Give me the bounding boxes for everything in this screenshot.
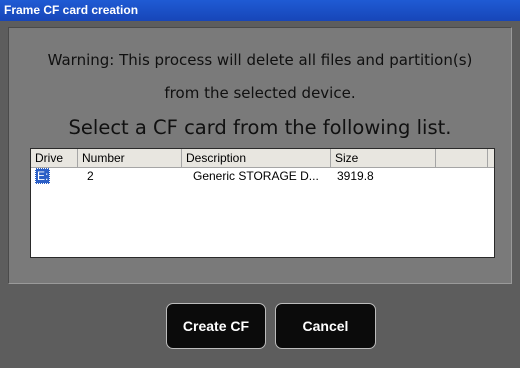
column-header-size[interactable]: Size [331,149,436,167]
column-header-number[interactable]: Number [78,149,182,167]
row-number: 2 [87,169,94,183]
create-cf-button[interactable]: Create CF [166,303,266,349]
row-description: Generic STORAGE D... [193,169,319,183]
row-drive[interactable]: E: [35,168,51,184]
select-prompt: Select a CF card from the following list… [68,116,452,139]
cf-card-list[interactable]: Drive Number Description Size E: 2 Gener… [30,148,495,258]
title-bar: Frame CF card creation [0,0,520,21]
column-header-description[interactable]: Description [182,149,331,167]
column-header-drive[interactable]: Drive [31,149,78,167]
warning-line-2: from the selected device. [164,84,356,102]
cancel-button[interactable]: Cancel [275,303,376,349]
warning-line-1: Warning: This process will delete all fi… [47,51,473,69]
window-title: Frame CF card creation [4,3,139,17]
list-row[interactable]: E: 2 Generic STORAGE D... 3919.8 [31,168,494,184]
column-header-empty[interactable] [436,149,488,167]
list-header: Drive Number Description Size [31,149,494,168]
row-size: 3919.8 [337,169,374,183]
